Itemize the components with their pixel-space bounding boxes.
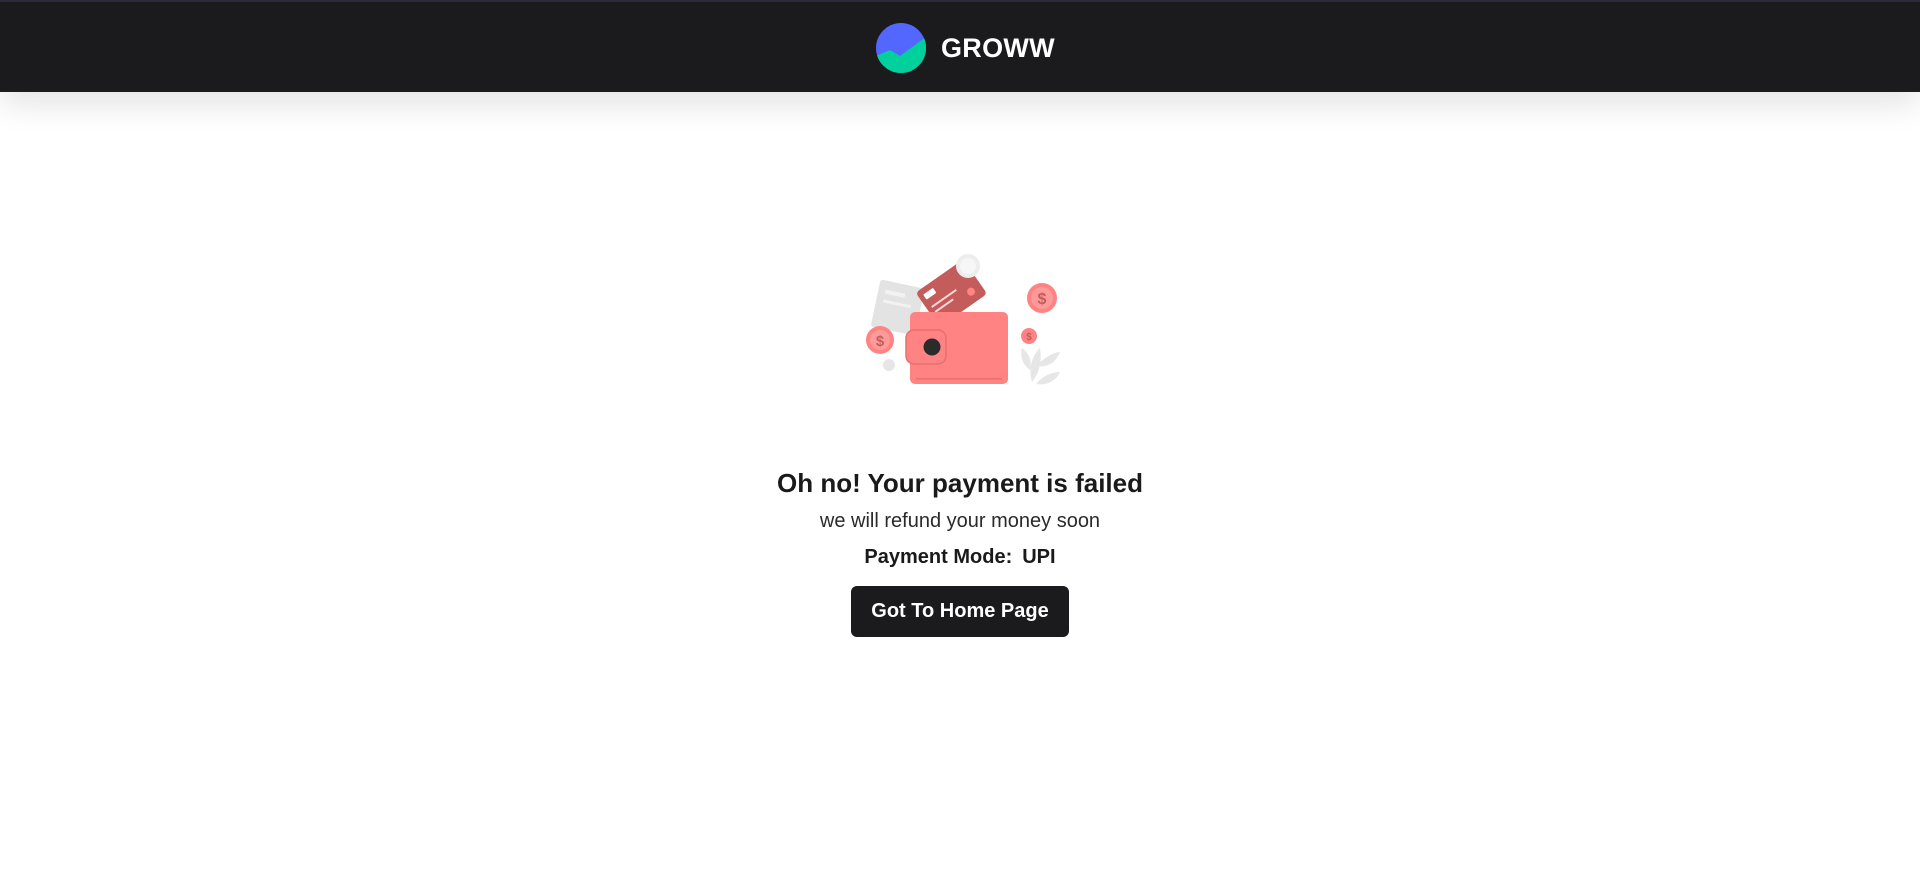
payment-mode-value: UPI [1022, 546, 1056, 568]
payment-mode-label: Payment Mode: [864, 546, 1013, 568]
payment-mode: Payment Mode: UPI [0, 542, 1920, 572]
refund-message: we will refund your money soon [819, 510, 1101, 532]
groww-logo-icon [876, 23, 926, 73]
plant-shape [1021, 348, 1060, 385]
payment-status: Oh no! Your payment is failed we will re… [0, 462, 1920, 637]
svg-text:$: $ [1026, 332, 1032, 343]
brand-name: GROWW [941, 32, 1055, 63]
svg-text:$: $ [876, 333, 885, 350]
brand[interactable]: GROWW [876, 22, 1055, 74]
page-title: Oh no! Your payment is failed [777, 468, 1143, 498]
home-page-button[interactable]: Got To Home Page [851, 586, 1069, 637]
svg-text:$: $ [1038, 291, 1047, 308]
top-navbar: GROWW [0, 0, 1920, 92]
wallet-cards-coins-icon: $ $ $ [866, 254, 1060, 385]
